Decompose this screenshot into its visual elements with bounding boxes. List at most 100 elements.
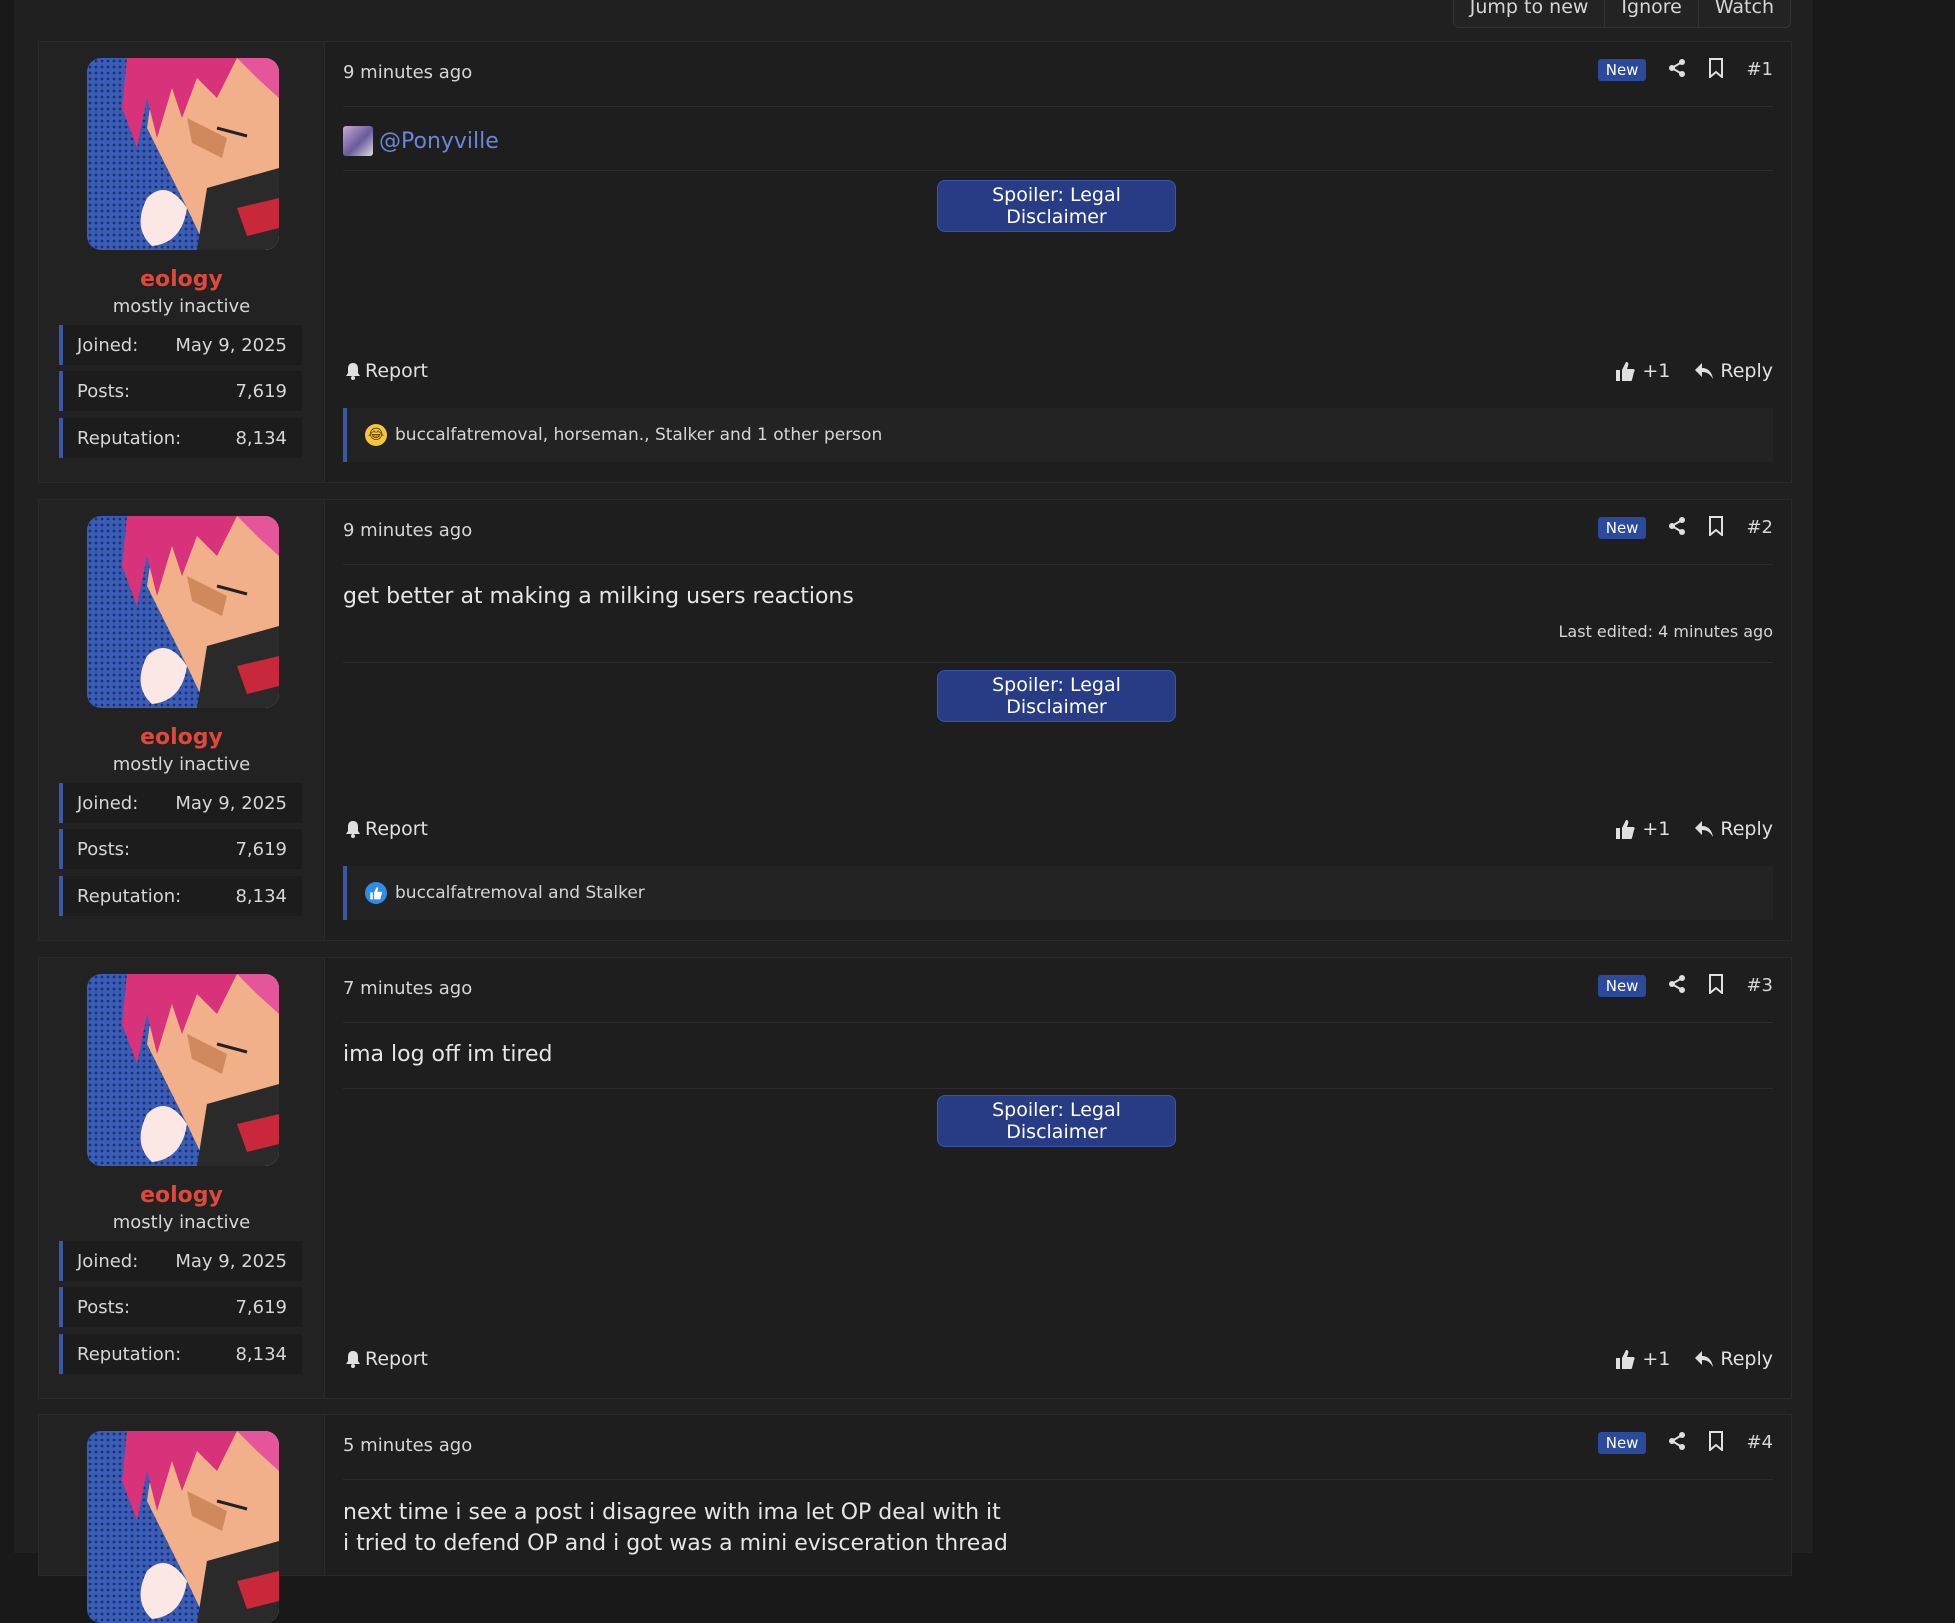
reply-label: Reply [1720, 1348, 1773, 1370]
last-edited[interactable]: Last edited: 4 minutes ago [1559, 622, 1773, 641]
report-label: Report [365, 1348, 428, 1370]
post-number[interactable]: #2 [1746, 517, 1773, 538]
jump-to-new-button[interactable]: Jump to new [1454, 0, 1605, 27]
spoiler-button[interactable]: Spoiler: Legal Disclaimer [937, 1095, 1176, 1147]
stat-posts: Posts: 7,619 [59, 1287, 302, 1327]
thumbs-up-icon [1616, 1350, 1636, 1369]
post-number[interactable]: #3 [1746, 975, 1773, 996]
reactions-bar[interactable]: 😂 buccalfatremoval, horseman., Stalker a… [343, 408, 1773, 462]
stat-label: Joined: [77, 334, 139, 356]
mention-link[interactable]: @Ponyville [343, 126, 499, 156]
post-time[interactable]: 7 minutes ago [343, 978, 472, 999]
message: 5 minutes ago New #4 next time i see a p… [343, 1415, 1773, 1575]
stat-label: Reputation: [77, 885, 182, 907]
post-3: eology mostly inactive Joined: May 9, 202… [38, 957, 1792, 1399]
ignore-button[interactable]: Ignore [1604, 0, 1697, 27]
new-badge: New [1597, 516, 1647, 539]
stat-label: Posts: [77, 380, 131, 402]
message: 7 minutes ago New #3 ima log off im tire… [343, 958, 1773, 1398]
stat-joined: Joined: May 9, 2025 [59, 783, 302, 823]
user-title: mostly inactive [112, 754, 251, 775]
spoiler-button[interactable]: Spoiler: Legal Disclaimer [937, 670, 1176, 722]
message: 9 minutes ago New #2 get better at makin… [343, 500, 1773, 940]
post-2: eology mostly inactive Joined: May 9, 202… [38, 499, 1792, 941]
post-actions: +1 Reply [1614, 360, 1773, 382]
user-title: mostly inactive [112, 296, 251, 317]
reactions-text: buccalfatremoval, horseman., Stalker and… [395, 425, 883, 445]
message-header: 9 minutes ago New #2 [343, 500, 1773, 565]
reply-label: Reply [1720, 818, 1773, 840]
post-actions: +1 Reply [1614, 1348, 1773, 1370]
react-count: +1 [1642, 818, 1671, 840]
bookmark-icon[interactable] [1708, 974, 1724, 997]
stat-value: 7,619 [235, 380, 287, 402]
report-label: Report [365, 360, 428, 382]
reply-button[interactable]: Reply [1694, 818, 1773, 840]
stat-value: 8,134 [235, 885, 287, 907]
reply-button[interactable]: Reply [1694, 1348, 1773, 1370]
post-time[interactable]: 5 minutes ago [343, 1435, 472, 1456]
user-title: mostly inactive [112, 1212, 251, 1233]
watch-button[interactable]: Watch [1697, 0, 1790, 27]
bookmark-icon[interactable] [1708, 1431, 1724, 1454]
bell-icon [346, 363, 360, 380]
share-icon[interactable] [1668, 1431, 1686, 1454]
stat-value: 7,619 [235, 838, 287, 860]
bell-icon [346, 1351, 360, 1368]
spoiler-button[interactable]: Spoiler: Legal Disclaimer [937, 180, 1176, 232]
stat-joined: Joined: May 9, 2025 [59, 325, 302, 365]
post-text: get better at making a milking users rea… [343, 584, 854, 609]
share-icon[interactable] [1668, 974, 1686, 997]
new-badge: New [1597, 1431, 1647, 1454]
reactions-text: buccalfatremoval and Stalker [395, 883, 645, 903]
stat-value: 7,619 [235, 1296, 287, 1318]
post-actions: +1 Reply [1614, 818, 1773, 840]
message-header: 5 minutes ago New #4 [343, 1415, 1773, 1480]
post-text-line-1: next time i see a post i disagree with i… [343, 1500, 1001, 1525]
avatar[interactable] [87, 516, 279, 708]
react-button[interactable]: +1 [1614, 1348, 1670, 1370]
bookmark-icon[interactable] [1708, 58, 1724, 81]
post-text-line-2: i tried to defend OP and i got was a min… [343, 1531, 1008, 1556]
avatar[interactable] [87, 58, 279, 250]
post-time[interactable]: 9 minutes ago [343, 62, 472, 83]
username[interactable]: eology [39, 1183, 324, 1208]
message-header: 9 minutes ago New #1 [343, 42, 1773, 107]
stat-value: May 9, 2025 [175, 1250, 287, 1272]
post-4: 5 minutes ago New #4 next time i see a p… [38, 1414, 1792, 1576]
new-badge: New [1597, 974, 1647, 997]
report-button[interactable]: Report [345, 1348, 428, 1370]
username[interactable]: eology [39, 725, 324, 750]
reactions-bar[interactable]: buccalfatremoval and Stalker [343, 866, 1773, 920]
react-count: +1 [1642, 1348, 1671, 1370]
stat-reputation: Reputation: 8,134 [59, 1334, 302, 1374]
avatar[interactable] [87, 974, 279, 1166]
share-icon[interactable] [1668, 516, 1686, 539]
user-info: eology mostly inactive Joined: May 9, 202… [39, 958, 325, 1398]
bookmark-icon[interactable] [1708, 516, 1724, 539]
bell-icon [346, 821, 360, 838]
reply-button[interactable]: Reply [1694, 360, 1773, 382]
stat-joined: Joined: May 9, 2025 [59, 1241, 302, 1281]
message: 9 minutes ago New #1 @Ponyville Spoiler: [343, 42, 1773, 482]
stat-label: Reputation: [77, 1343, 182, 1365]
reply-icon [1695, 821, 1714, 837]
avatar[interactable] [87, 1431, 279, 1623]
react-button[interactable]: +1 [1614, 360, 1670, 382]
stat-label: Posts: [77, 838, 131, 860]
like-emoji-icon [365, 882, 387, 904]
post-number[interactable]: #4 [1746, 1432, 1773, 1453]
report-button[interactable]: Report [345, 818, 428, 840]
react-button[interactable]: +1 [1614, 818, 1670, 840]
divider [343, 170, 1773, 171]
stat-value: 8,134 [235, 427, 287, 449]
post-number[interactable]: #1 [1746, 59, 1773, 80]
post-time[interactable]: 9 minutes ago [343, 520, 472, 541]
username[interactable]: eology [39, 267, 324, 292]
thumbs-up-icon [1616, 362, 1636, 381]
post-1: eology mostly inactive Joined: May 9, 202… [38, 41, 1792, 483]
report-button[interactable]: Report [345, 360, 428, 382]
post-text: ima log off im tired [343, 1042, 553, 1067]
laughing-emoji-icon: 😂 [365, 424, 387, 446]
share-icon[interactable] [1668, 58, 1686, 81]
